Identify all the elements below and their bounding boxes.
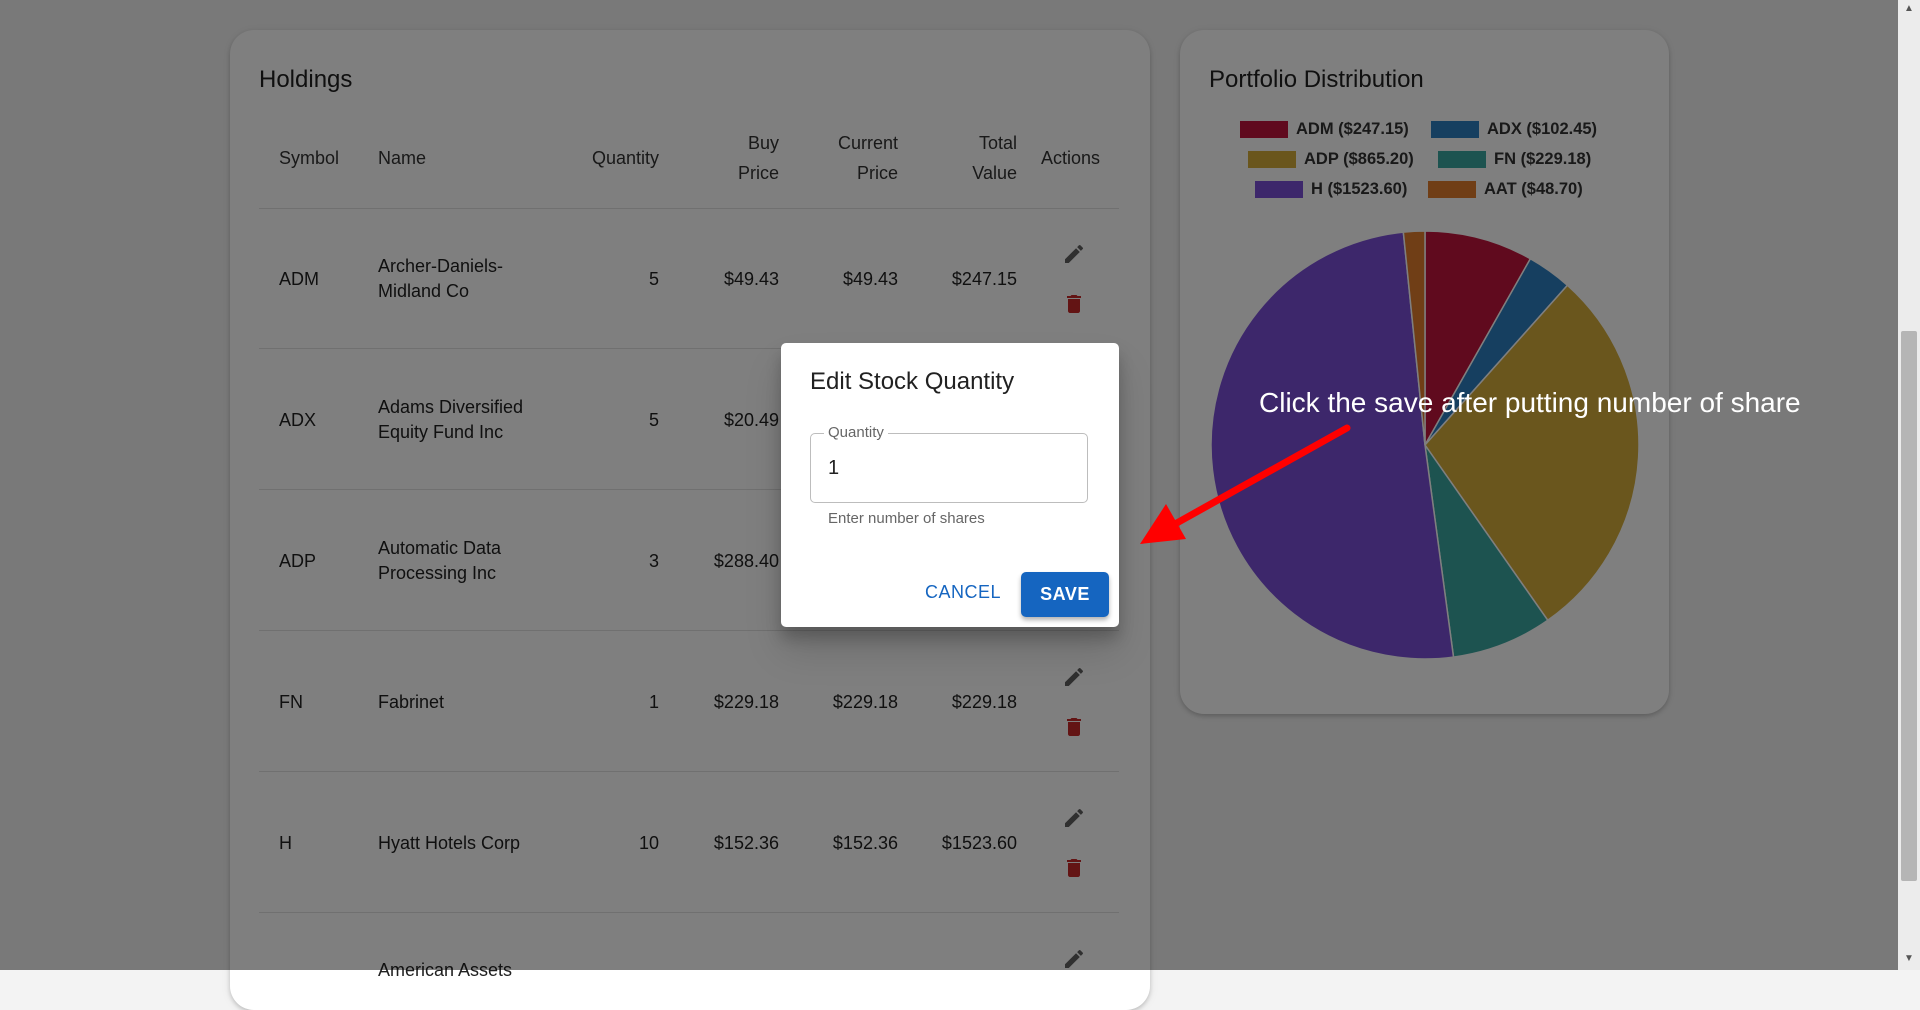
scrollbar-thumb[interactable] [1901,331,1917,881]
quantity-input[interactable] [826,452,1070,484]
scroll-down-arrow[interactable]: ▼ [1901,952,1917,966]
dialog-title: Edit Stock Quantity [810,368,1015,395]
quantity-label: Quantity [824,424,888,441]
quantity-field[interactable]: Quantity [810,424,1088,503]
edit-stock-dialog: Edit Stock Quantity Quantity Enter numbe… [781,343,1119,627]
scroll-up-arrow[interactable]: ▲ [1901,2,1917,16]
quantity-helper-text: Enter number of shares [828,510,985,527]
save-button[interactable]: SAVE [1021,572,1109,617]
cancel-button[interactable]: CANCEL [913,572,1013,612]
annotation-text: Click the save after putting number of s… [1259,387,1801,418]
